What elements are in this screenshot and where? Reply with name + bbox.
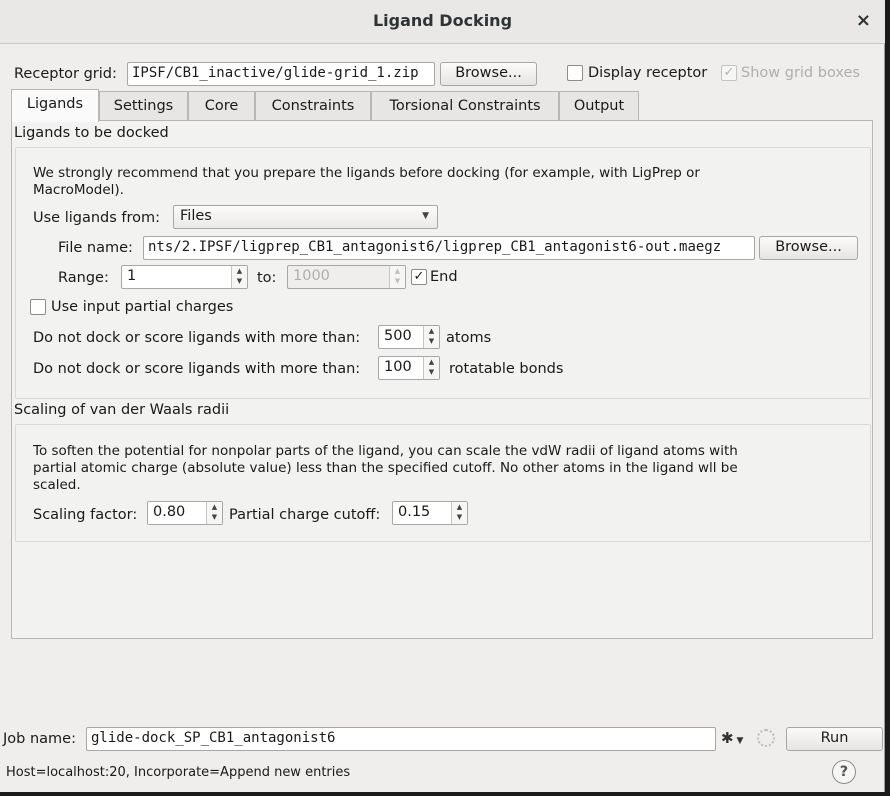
scaling-factor-value: 0.80 [153,504,186,520]
display-receptor-label: Display receptor [588,65,708,81]
tab-ligands[interactable]: Ligands [11,89,99,122]
max-rotatable-bonds-value: 100 [384,359,412,375]
tab-settings[interactable]: Settings [99,91,188,121]
status-text: Host=localhost:20, Incorporate=Append ne… [6,765,351,780]
partial-charge-cutoff-label: Partial charge cutoff: [229,507,381,523]
ligands-tab-panel: Ligands to be docked We strongly recomme… [11,120,873,639]
vdw-group: To soften the potential for nonpolar par… [15,424,871,542]
window-title: Ligand Docking [372,11,513,30]
tab-torsional-constraints[interactable]: Torsional Constraints [371,91,559,121]
max-rotatable-bonds-label: Do not dock or score ligands with more t… [33,361,361,377]
partial-charge-cutoff-value: 0.15 [398,504,431,520]
end-label: End [430,269,458,285]
tab-output[interactable]: Output [559,91,639,121]
max-atoms-value: 500 [384,328,412,344]
help-icon[interactable]: ? [832,760,856,784]
gear-glyph: ✱ [721,729,734,747]
progress-spinner-icon [757,729,775,747]
spin-arrows-icon[interactable]: ▲ ▼ [451,502,467,524]
range-from-spinbox[interactable]: 1 ▲ ▼ [121,265,248,289]
receptor-grid-input[interactable]: IPSF/CB1_inactive/glide-grid_1.zip [127,62,435,86]
file-browse-button[interactable]: Browse... [759,236,858,260]
tab-core[interactable]: Core [188,91,255,121]
spin-arrows-icon[interactable]: ▲ ▼ [423,326,439,348]
vdw-desc-line2: partial atomic charge (absolute value) l… [33,460,738,476]
vdw-desc-line1: To soften the potential for nonpolar par… [33,443,738,459]
display-receptor-checkbox[interactable] [567,65,583,81]
recommend-text-line1: We strongly recommend that you prepare t… [33,165,700,181]
gear-icon[interactable]: ✱ ▼ [721,729,743,747]
spin-arrows-icon[interactable]: ▲ ▼ [206,502,222,524]
range-to-label: to: [257,270,277,286]
scaling-factor-label: Scaling factor: [33,507,138,523]
file-name-label: File name: [58,240,133,256]
spin-arrows-icon[interactable]: ▲ ▼ [231,266,247,288]
max-atoms-suffix: atoms [446,330,492,346]
recommend-text-line2: MacroModel). [33,182,124,198]
vdw-section-title: Scaling of van der Waals radii [14,402,230,418]
ligands-section-title: Ligands to be docked [14,125,169,141]
show-grid-boxes-label: Show grid boxes [741,65,860,81]
max-rotatable-bonds-suffix: rotatable bonds [449,361,564,377]
spin-arrows-icon: ▲ ▼ [389,266,405,288]
job-name-label: Job name: [3,731,76,747]
range-to-spinbox[interactable]: 1000 ▲ ▼ [287,265,406,289]
partial-charge-cutoff-spinbox[interactable]: 0.15 ▲ ▼ [392,501,468,525]
range-from-value: 1 [127,268,137,284]
ligands-group: We strongly recommend that you prepare t… [15,147,871,399]
range-label: Range: [58,270,109,286]
use-input-partial-charges-checkbox[interactable] [30,299,46,315]
scaling-factor-spinbox[interactable]: 0.80 ▲ ▼ [147,501,223,525]
use-ligands-from-label: Use ligands from: [33,210,161,226]
receptor-grid-label: Receptor grid: [14,66,117,82]
run-button[interactable]: Run [786,727,883,751]
close-icon[interactable]: × [856,10,871,31]
file-name-input[interactable]: nts/2.IPSF/ligprep_CB1_antagonist6/ligpr… [143,236,755,260]
max-atoms-label: Do not dock or score ligands with more t… [33,330,361,346]
receptor-browse-button[interactable]: Browse... [440,62,537,86]
vdw-desc-line3: scaled. [33,477,81,493]
spin-arrows-icon[interactable]: ▲ ▼ [423,357,439,379]
show-grid-boxes-checkbox[interactable]: ✓ [721,65,737,81]
title-bar: Ligand Docking × [0,0,885,44]
use-ligands-from-select[interactable]: Files ▼ [173,205,438,229]
end-checkbox[interactable]: ✓ [411,269,427,285]
range-to-value: 1000 [293,268,330,284]
use-input-partial-charges-label: Use input partial charges [51,299,234,315]
use-ligands-from-value: Files [180,208,212,224]
ligand-docking-window: Ligand Docking × Receptor grid: IPSF/CB1… [0,0,885,792]
max-rotatable-bonds-spinbox[interactable]: 100 ▲ ▼ [378,356,440,380]
tab-constraints[interactable]: Constraints [255,91,371,121]
max-atoms-spinbox[interactable]: 500 ▲ ▼ [378,325,440,349]
job-name-input[interactable]: glide-dock_SP_CB1_antagonist6 [86,727,716,751]
chevron-down-icon: ▼ [422,211,429,221]
chevron-down-icon: ▼ [733,736,744,746]
